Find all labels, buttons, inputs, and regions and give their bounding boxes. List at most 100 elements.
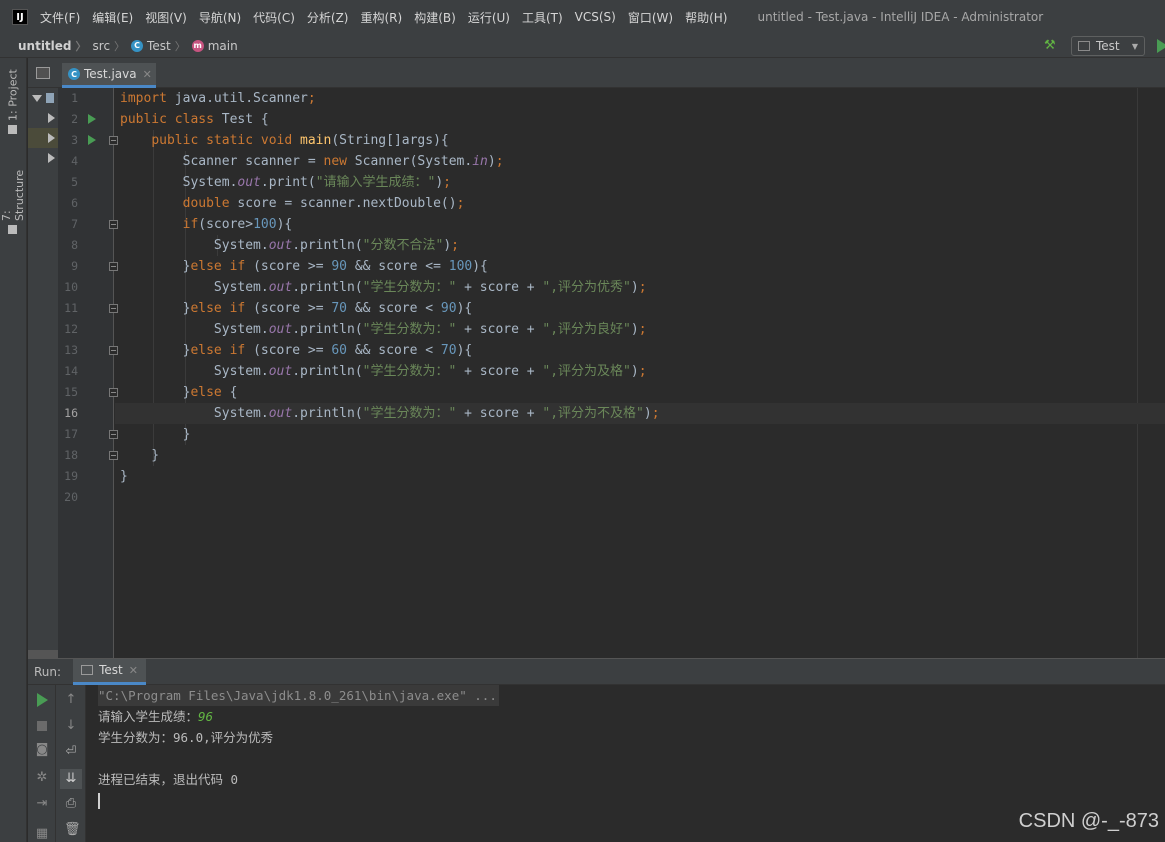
tree-row-selected[interactable] (28, 128, 58, 148)
menu-build[interactable]: 构建(B) (414, 9, 456, 26)
console-input-value: 96 (198, 709, 214, 724)
project-panel-header (28, 58, 58, 88)
run-tab-test[interactable]: Test ✕ (73, 658, 146, 685)
scroll-to-end-icon[interactable]: ⇊ (60, 769, 82, 789)
breadcrumb-folder[interactable]: src 〉 (93, 38, 126, 54)
menu-code[interactable]: 代码(C) (253, 9, 295, 26)
code-line: public static void main(String[]args){ (151, 133, 449, 148)
console-output[interactable]: "C:\Program Files\Java\jdk1.8.0_261\bin\… (86, 685, 1165, 842)
horizontal-scrollbar[interactable] (28, 650, 58, 658)
menu-window[interactable]: 窗口(W) (628, 9, 673, 26)
breadcrumb-method[interactable]: m main (191, 38, 238, 53)
run-class-gutter-icon[interactable] (88, 114, 96, 124)
menu-navigate[interactable]: 导航(N) (199, 9, 241, 26)
console-result-line: 学生分数为：96.0,评分为优秀 (98, 730, 274, 745)
camera-icon[interactable]: ◙ (35, 743, 49, 757)
breadcrumb-project-label: untitled (18, 38, 72, 53)
breadcrumb-project[interactable]: untitled 〉 (18, 38, 87, 54)
text-caret (98, 793, 100, 809)
print-icon[interactable]: ⎙ (64, 797, 78, 811)
run-configuration-label: Test (1096, 39, 1120, 53)
menu-edit[interactable]: 编辑(E) (92, 9, 133, 26)
stop-icon[interactable] (35, 719, 49, 733)
line-number: 5 (71, 175, 78, 189)
line-number: 18 (64, 448, 78, 462)
close-icon[interactable]: ✕ (143, 68, 152, 81)
close-icon[interactable]: ✕ (129, 664, 138, 677)
arrow-down-icon[interactable]: ↓ (64, 719, 78, 733)
project-panel (28, 58, 58, 658)
intellij-logo-icon[interactable]: IJ (12, 9, 28, 25)
breadcrumb-separator-icon: 〉 (114, 39, 126, 53)
code-editor[interactable]: 1 2 3 4 5 6 7 8 9 10 11 12 13 14 15 16 1… (58, 88, 1165, 658)
code-line-current: System.out.println("学生分数为：" + score + ",… (115, 403, 1165, 424)
menu-view[interactable]: 视图(V) (145, 9, 187, 26)
console-prompt-line: 请输入学生成绩：96 (98, 706, 213, 727)
rerun-icon[interactable] (35, 693, 49, 707)
code-line: }else if (score >= 60 && score < 70){ (120, 343, 473, 358)
menu-run[interactable]: 运行(U) (468, 9, 510, 26)
tree-row[interactable] (28, 108, 58, 128)
menu-help[interactable]: 帮助(H) (685, 9, 727, 26)
window-title: untitled - Test.java - IntelliJ IDEA - A… (757, 10, 1044, 24)
console-command-line: "C:\Program Files\Java\jdk1.8.0_261\bin\… (98, 685, 499, 706)
watermark: CSDN @-_-873 (1018, 810, 1159, 832)
code-line: System.out.println("学生分数为：" + score + ",… (120, 364, 647, 379)
code-line: Scanner scanner = new Scanner(System.in)… (120, 154, 504, 169)
run-panel-label: Run: (34, 664, 62, 679)
run-tab-label: Test (99, 663, 123, 677)
line-number: 15 (64, 385, 78, 399)
line-number: 17 (64, 427, 78, 441)
method-icon: m (191, 39, 204, 52)
line-number: 2 (71, 112, 78, 126)
editor-tab-test-java[interactable]: C Test.java ✕ (62, 63, 156, 88)
editor-gutter: 1 2 3 4 5 6 7 8 9 10 11 12 13 14 15 16 1… (58, 88, 118, 658)
code-line: System.out.print("请输入学生成绩："); (120, 175, 451, 190)
breadcrumb-class[interactable]: C Test 〉 (131, 38, 186, 54)
line-number: 13 (64, 343, 78, 357)
line-number: 20 (64, 490, 78, 504)
code-line: System.out.println("学生分数为：" + score + ",… (120, 322, 647, 337)
collapse-arrow-icon[interactable] (48, 113, 55, 123)
run-button[interactable] (1157, 39, 1165, 53)
breadcrumb-folder-label: src (92, 38, 111, 53)
run-toolbar-secondary: ↑ ↓ ⏎ ⇊ ⎙ 🗑 (56, 685, 86, 842)
line-number: 12 (64, 322, 78, 336)
menu-analyze[interactable]: 分析(Z) (307, 9, 349, 26)
run-main-gutter-icon[interactable] (88, 135, 96, 145)
arrow-up-icon[interactable]: ↑ (64, 693, 78, 707)
run-panel-header: Run: Test ✕ (28, 658, 1165, 685)
trash-icon[interactable]: 🗑 (64, 823, 81, 837)
menu-file[interactable]: 文件(F) (40, 9, 80, 26)
exit-icon[interactable]: ⇥ (35, 797, 49, 811)
run-configuration-select[interactable]: Test ▼ (1071, 36, 1145, 56)
code-line: if(score>100){ (182, 217, 293, 232)
code-area[interactable]: import java.util.Scanner; public class T… (115, 88, 1165, 658)
tab-structure-label: 7: Structure (0, 169, 26, 222)
build-hammer-icon[interactable]: ⚒ (1044, 38, 1060, 54)
tree-row[interactable] (28, 88, 58, 108)
collapse-arrow-icon[interactable] (48, 153, 55, 163)
breadcrumb-class-label: Test (147, 38, 171, 53)
code-line: }else if (score >= 70 && score < 90){ (120, 301, 473, 316)
tree-row[interactable] (28, 148, 58, 168)
breadcrumb-method-label: main (207, 38, 238, 53)
tab-project[interactable]: 1: Project (4, 66, 22, 138)
layout-icon[interactable]: ▦ (35, 827, 49, 841)
soft-wrap-icon[interactable]: ⏎ (64, 745, 78, 759)
panel-icon[interactable] (36, 66, 50, 79)
code-line: } (120, 448, 160, 463)
collapse-arrow-icon[interactable] (48, 133, 55, 143)
console-prompt: 请输入学生成绩： (98, 709, 199, 724)
line-number: 10 (64, 280, 78, 294)
breadcrumb-separator-icon: 〉 (174, 39, 186, 53)
menu-tools[interactable]: 工具(T) (522, 9, 563, 26)
line-number: 8 (71, 238, 78, 252)
settings-icon[interactable]: ✲ (35, 771, 49, 785)
chevron-down-icon: ▼ (1131, 41, 1138, 51)
tab-structure[interactable]: 7: Structure (0, 156, 26, 238)
menu-vcs[interactable]: VCS(S) (575, 10, 616, 24)
menu-refactor[interactable]: 重构(R) (361, 9, 403, 26)
expand-arrow-icon[interactable] (32, 94, 42, 102)
code-line: System.out.println("学生分数为：" + score + ",… (120, 280, 647, 295)
